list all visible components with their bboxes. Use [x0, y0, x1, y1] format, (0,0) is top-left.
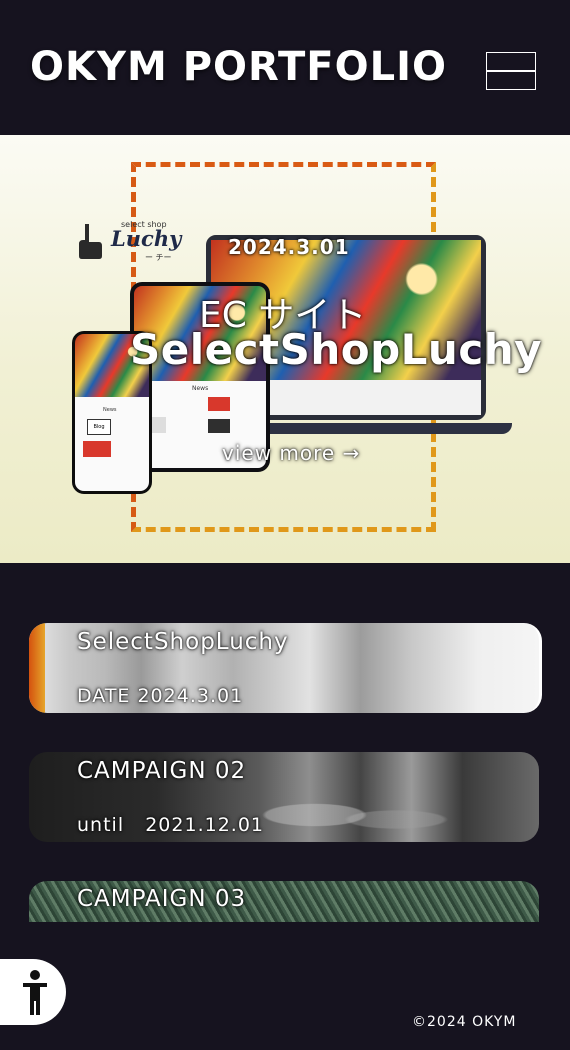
- work-card-campaign-02[interactable]: CAMPAIGN 02 until 2021.12.01: [29, 752, 539, 842]
- tablet-thumb: [208, 396, 230, 411]
- site-title[interactable]: OKYM PORTFOLIO: [30, 44, 447, 90]
- tablet-thumb: [208, 418, 230, 433]
- work-card-title: CAMPAIGN 02: [77, 758, 247, 784]
- luchy-logo: select shop Luchy ー チー: [75, 218, 181, 264]
- hamburger-menu-button[interactable]: [486, 52, 536, 90]
- brand-name: Luchy: [111, 226, 182, 251]
- view-more-link[interactable]: view more →: [222, 441, 360, 465]
- phone-site-content: News Blog: [75, 396, 149, 491]
- accessibility-person-icon: [23, 970, 47, 1015]
- site-header: OKYM PORTFOLIO: [0, 0, 570, 135]
- menu-line: [486, 70, 536, 72]
- phone-blog-badge: Blog: [87, 418, 111, 435]
- phone-thumb: [83, 440, 111, 457]
- tablet-news-label: News: [192, 384, 209, 392]
- phone-news-label: News: [103, 406, 117, 413]
- work-card-selectshopluchy[interactable]: SelectShopLuchy DATE 2024.3.01: [29, 623, 542, 713]
- work-card-title: SelectShopLuchy: [77, 629, 289, 655]
- hand-logo-icon: [79, 224, 102, 259]
- hero-date: 2024.3.01: [228, 235, 350, 259]
- work-card-campaign-03[interactable]: CAMPAIGN 03: [29, 881, 539, 922]
- work-card-date: DATE 2024.3.01: [77, 685, 244, 707]
- work-card-date: until 2021.12.01: [77, 814, 264, 836]
- hero-title: SelectShopLuchy: [130, 325, 542, 374]
- work-card-title: CAMPAIGN 03: [77, 886, 247, 912]
- featured-work-hero[interactable]: select shop Luchy ー チー News News Blog 20…: [0, 135, 570, 563]
- copyright-text: ©2024 OKYM: [412, 1014, 517, 1030]
- brand-kana: ー チー: [145, 253, 172, 262]
- accessibility-button[interactable]: [0, 959, 66, 1025]
